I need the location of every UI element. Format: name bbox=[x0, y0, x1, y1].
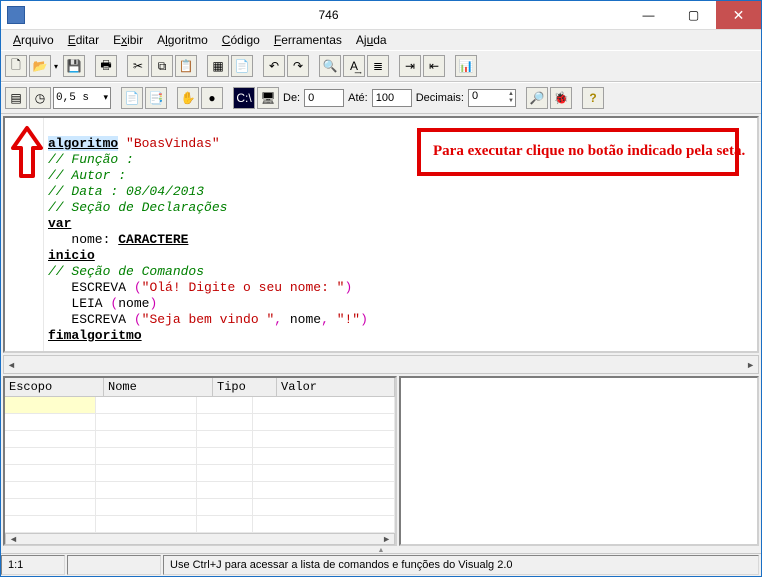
variables-panel: Escopo Nome Tipo Valor ◄► bbox=[3, 376, 397, 546]
menu-editar[interactable]: Editar bbox=[62, 31, 105, 49]
indent-icon[interactable]: ⇥ bbox=[399, 55, 421, 77]
cursor-position: 1:1 bbox=[1, 555, 65, 575]
kw-var: var bbox=[48, 216, 71, 231]
comment-autor: // Autor : bbox=[48, 168, 126, 183]
copy-icon[interactable]: ⧉ bbox=[151, 55, 173, 77]
red-arrow-annotation bbox=[13, 128, 41, 176]
de-label: De: bbox=[283, 92, 300, 104]
chart-icon[interactable]: 📊 bbox=[455, 55, 477, 77]
col-tipo[interactable]: Tipo bbox=[213, 378, 277, 396]
editor-hscroll[interactable]: ◄► bbox=[3, 355, 759, 374]
variables-body[interactable] bbox=[5, 397, 395, 533]
redo-icon[interactable]: ↷ bbox=[287, 55, 309, 77]
bug-icon[interactable]: 🐞 bbox=[550, 87, 572, 109]
monitor-icon[interactable]: 🖥 bbox=[257, 87, 279, 109]
col-nome[interactable]: Nome bbox=[104, 378, 213, 396]
menu-arquivo[interactable]: Arquivo bbox=[7, 31, 60, 49]
line-escreva2: ESCREVA ("Seja bem vindo ", nome, "!") bbox=[48, 312, 368, 327]
decimais-input[interactable]: 0 bbox=[468, 89, 516, 107]
run-icon[interactable]: ▤ bbox=[5, 87, 27, 109]
code-area[interactable]: algoritmo "BoasVindas" // Função : // Au… bbox=[44, 118, 757, 351]
tile-icon[interactable]: ▦ bbox=[207, 55, 229, 77]
cut-icon[interactable]: ✂ bbox=[127, 55, 149, 77]
table-row[interactable] bbox=[5, 414, 395, 431]
window-title: 746 bbox=[31, 8, 626, 22]
de-input[interactable] bbox=[304, 89, 344, 107]
col-valor[interactable]: Valor bbox=[277, 378, 395, 396]
save-icon[interactable]: 💾 bbox=[63, 55, 85, 77]
str-title: "BoasVindas" bbox=[118, 136, 219, 151]
comment-comandos: // Seção de Comandos bbox=[48, 264, 204, 279]
decimais-label: Decimais: bbox=[416, 92, 464, 104]
menu-algoritmo[interactable]: Algoritmo bbox=[151, 31, 214, 49]
hand-icon[interactable]: ✋ bbox=[177, 87, 199, 109]
table-row[interactable] bbox=[5, 448, 395, 465]
toolbar-run: ▤ ◷ 0,5 s 📄 📑 ✋ ● C:\ 🖥 De: Até: Decimai… bbox=[1, 82, 761, 114]
open-icon[interactable]: 📂▾ bbox=[29, 55, 51, 77]
help-icon[interactable]: ? bbox=[582, 87, 604, 109]
paste-icon[interactable]: 📋 bbox=[175, 55, 197, 77]
table-row[interactable] bbox=[5, 499, 395, 516]
inspect-icon[interactable]: 🔎 bbox=[526, 87, 548, 109]
page-icon[interactable]: 📄 bbox=[231, 55, 253, 77]
toolbar-main: 🗋 📂▾ 💾 🖶 ✂ ⧉ 📋 ▦ 📄 ↶ ↷ 🔍 A͢ ≣ ⇥ ⇤ 📊 bbox=[1, 50, 761, 82]
col-escopo[interactable]: Escopo bbox=[5, 378, 104, 396]
maximize-button[interactable]: ▢ bbox=[671, 1, 716, 29]
new-icon[interactable]: 🗋 bbox=[5, 55, 27, 77]
breakpoint-icon[interactable]: ● bbox=[201, 87, 223, 109]
code-editor[interactable]: algoritmo "BoasVindas" // Função : // Au… bbox=[3, 116, 759, 353]
menu-exibir[interactable]: Exibir bbox=[107, 31, 149, 49]
menu-ferramentas[interactable]: Ferramentas bbox=[268, 31, 348, 49]
table-row[interactable] bbox=[5, 397, 395, 414]
find-next-icon[interactable]: A͢ bbox=[343, 55, 365, 77]
menu-ajuda[interactable]: Ajuda bbox=[350, 31, 393, 49]
comment-funcao: // Função : bbox=[48, 152, 134, 167]
comment-data: // Data : 08/04/2013 bbox=[48, 184, 204, 199]
menu-codigo[interactable]: Código bbox=[216, 31, 266, 49]
table-row[interactable] bbox=[5, 465, 395, 482]
step-over-icon[interactable]: 📑 bbox=[145, 87, 167, 109]
menubar: Arquivo Editar Exibir Algoritmo Código F… bbox=[1, 30, 761, 50]
output-console[interactable] bbox=[399, 376, 759, 546]
kw-algoritmo: algoritmo bbox=[48, 136, 118, 151]
timer-icon[interactable]: ◷ bbox=[29, 87, 51, 109]
line-escreva1: ESCREVA ("Olá! Digite o seu nome: ") bbox=[48, 280, 352, 295]
list-icon[interactable]: ≣ bbox=[367, 55, 389, 77]
delay-select[interactable]: 0,5 s bbox=[53, 87, 111, 109]
ate-input[interactable] bbox=[372, 89, 412, 107]
status-hint: Use Ctrl+J para acessar a lista de coman… bbox=[163, 555, 759, 575]
status-blank bbox=[67, 555, 161, 575]
ate-label: Até: bbox=[348, 92, 368, 104]
kw-inicio: inicio bbox=[48, 248, 95, 263]
titlebar: 746 — ▢ ✕ bbox=[1, 1, 761, 30]
vars-hscroll[interactable]: ◄► bbox=[5, 533, 395, 545]
comment-declaracoes: // Seção de Declarações bbox=[48, 200, 227, 215]
console-icon[interactable]: C:\ bbox=[233, 87, 255, 109]
outdent-icon[interactable]: ⇤ bbox=[423, 55, 445, 77]
undo-icon[interactable]: ↶ bbox=[263, 55, 285, 77]
statusbar: 1:1 Use Ctrl+J para acessar a lista de c… bbox=[1, 553, 761, 576]
instruction-callout: Para executar clique no botão indicado p… bbox=[417, 128, 739, 176]
line-leia: LEIA (nome) bbox=[48, 296, 157, 311]
find-icon[interactable]: 🔍 bbox=[319, 55, 341, 77]
table-row[interactable] bbox=[5, 431, 395, 448]
app-icon bbox=[7, 6, 25, 24]
table-row[interactable] bbox=[5, 516, 395, 533]
step-icon[interactable]: 📄 bbox=[121, 87, 143, 109]
table-row[interactable] bbox=[5, 482, 395, 499]
decl-nome: nome: CARACTERE bbox=[48, 232, 188, 247]
kw-fimalgoritmo: fimalgoritmo bbox=[48, 328, 142, 343]
minimize-button[interactable]: — bbox=[626, 1, 671, 29]
print-icon[interactable]: 🖶 bbox=[95, 55, 117, 77]
close-button[interactable]: ✕ bbox=[716, 1, 761, 29]
